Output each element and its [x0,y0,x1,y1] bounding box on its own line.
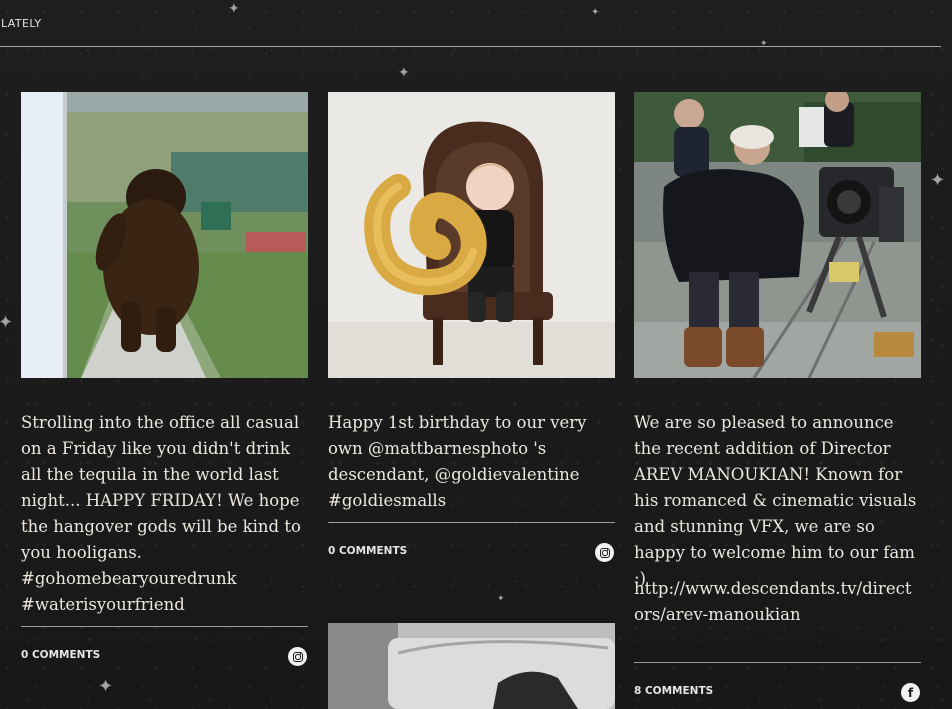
star-decoration-icon: ✦ [398,65,410,81]
instagram-icon[interactable] [595,543,614,562]
post-photo [21,92,308,378]
post-divider [21,626,308,627]
comments-link[interactable]: 0 COMMENTS [328,545,407,557]
director-link[interactable]: http://www.descendants.tv/directors/arev… [634,576,921,628]
post-photo [634,92,921,378]
post-photo [328,623,615,709]
post-card: We are so pleased to announce the recent… [634,92,921,709]
post-card: Strolling into the office all casual on … [21,92,308,692]
post-caption: We are so pleased to announce the recent… [634,413,917,588]
facebook-icon[interactable]: f [901,683,920,702]
post-divider [328,522,615,523]
section-header: LATELY [0,0,941,47]
post-photo [328,92,615,378]
instagram-icon[interactable] [288,647,307,666]
comments-link[interactable]: 8 COMMENTS [634,685,713,697]
star-decoration-icon: ✦ [0,312,14,333]
post-caption: Happy 1st birthday to our very own @matt… [328,413,587,510]
post-image-film-set[interactable] [634,92,921,378]
post-divider [634,662,921,663]
comments-link[interactable]: 0 COMMENTS [21,649,100,661]
post-card: Happy 1st birthday to our very own @matt… [328,92,615,709]
post-image-bear[interactable] [21,92,308,378]
post-image-next[interactable] [328,623,615,709]
post-image-birthday[interactable] [328,92,615,378]
star-decoration-icon: ✦ [930,170,946,191]
section-title: LATELY [1,17,42,30]
post-caption: Strolling into the office all casual on … [21,413,301,614]
